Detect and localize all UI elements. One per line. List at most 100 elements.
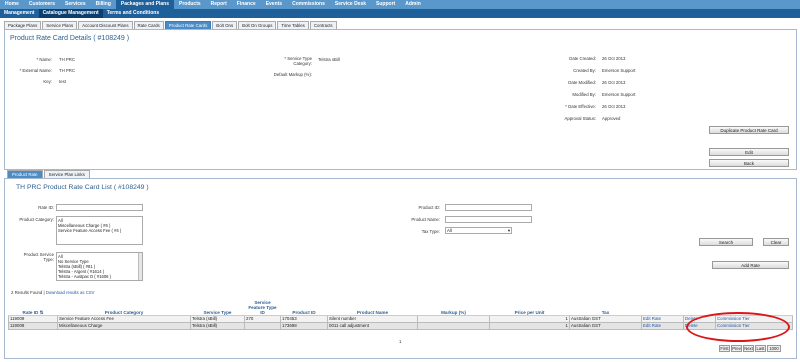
name-label: * Name: [36, 57, 52, 62]
results-count: 2 Results Found | Download results as CS… [11, 290, 95, 295]
approval-status-value: Approved [602, 116, 621, 121]
edit-cell[interactable]: Edit Rate [641, 314, 684, 323]
subnav-item-management[interactable]: Management [0, 9, 39, 18]
tab-account-discount-plans[interactable]: Account Discount Plans [78, 21, 133, 29]
product-name-label: Product Name: [411, 217, 440, 222]
pager-first[interactable]: First [719, 345, 730, 352]
modified-by-value: Emerson Support [602, 92, 636, 97]
nav-item-commissions[interactable]: Commissions [287, 0, 330, 9]
product-category-listbox[interactable]: All Miscellaneous Charge ( #6 ) Service Fe… [56, 216, 143, 245]
column-header: Tax [569, 298, 642, 316]
product-name-input[interactable] [445, 216, 532, 223]
subnav-item-terms-and-conditions[interactable]: Terms and Conditions [103, 9, 163, 18]
product-name-cell: 0011 call adjustment [327, 321, 418, 330]
page-number: 1 [399, 339, 402, 344]
product-category-label: Product Category: [19, 217, 54, 222]
primary-nav: Home Customers Services Billing Packages and… [0, 0, 800, 9]
column-header [641, 298, 684, 316]
tax-type-label: Tax Type: [421, 229, 440, 234]
nav-item-billing[interactable]: Billing [91, 0, 116, 9]
subtab-product-rate[interactable]: Product Rate [7, 170, 43, 178]
product-id-cell: 170453 [280, 314, 328, 323]
service-type-option[interactable]: Telstra - Austpac D ( #1606 ) [58, 274, 141, 279]
pager-prev[interactable]: Prev [731, 345, 742, 352]
results-text: 2 Results Found [11, 290, 43, 295]
tax-cell: Australian GST [569, 314, 642, 323]
product-id-input[interactable] [445, 204, 532, 211]
pager-next[interactable]: Next [743, 345, 754, 352]
service-type-cell: Telstra (sBill) [190, 314, 245, 323]
tax-type-value: All [447, 228, 452, 233]
clear-button[interactable]: Clear [763, 238, 789, 246]
tab-time-tables[interactable]: Time Tables [277, 21, 309, 29]
date-created-label: Date Created: [569, 56, 596, 61]
edit-cell[interactable]: Edit Rate [641, 321, 684, 330]
tab-product-rate-cards[interactable]: Product Rate Cards [164, 21, 212, 29]
tax-cell: Australian GST [569, 321, 642, 330]
date-effective-label: * Date Effective: [565, 104, 596, 109]
nav-item-admin[interactable]: Admin [400, 0, 426, 9]
nav-item-customers[interactable]: Customers [24, 0, 60, 9]
date-modified-label: Date Modified: [568, 80, 596, 85]
tax-type-select[interactable]: All ▾ [445, 227, 512, 234]
tab-service-plans[interactable]: Service Plans [42, 21, 78, 29]
column-header: Product Category [57, 298, 191, 316]
external-name-label: * External Name: [19, 68, 52, 73]
tab-contracts[interactable]: Contracts [309, 21, 337, 29]
price-cell: 1 [489, 321, 570, 330]
nav-item-products[interactable]: Products [174, 0, 206, 9]
subtab-service-plan-links[interactable]: Service Plan Links [43, 170, 90, 178]
add-rate-button[interactable]: Add Rate [712, 261, 789, 269]
column-header: Price per Unit [489, 298, 570, 316]
feature-id-cell [244, 321, 281, 330]
rate-id-cell: 119008 [8, 321, 58, 330]
category-cell: Miscellaneous Charge [57, 321, 191, 330]
rate-id-input[interactable] [56, 204, 143, 211]
tab-bolt-ons[interactable]: Bolt Ons [212, 21, 238, 29]
nav-item-finance[interactable]: Finance [232, 0, 261, 9]
subnav-item-catalogue-management[interactable]: Catalogue Management [38, 9, 103, 18]
chevron-down-icon: ▾ [507, 228, 510, 233]
search-button[interactable]: Search [699, 238, 753, 246]
pager-1000[interactable]: 1000 [767, 345, 781, 352]
highlight-annotation [686, 312, 790, 342]
tab-bolt-on-groups[interactable]: Bolt On Groups [238, 21, 277, 29]
category-option[interactable]: Service Feature Access Fee ( #4 ) [58, 228, 141, 233]
edit-button[interactable]: Edit [709, 148, 789, 156]
listbox-scrollbar[interactable] [138, 253, 142, 280]
approval-status-label: Approval Status: [564, 116, 596, 121]
column-header[interactable]: Rate ID ⇅ [8, 298, 58, 316]
product-name-cell: Silent number [327, 314, 418, 323]
tab-rate-cards[interactable]: Rate Cards [133, 21, 164, 29]
nav-item-events[interactable]: Events [261, 0, 287, 9]
duplicate-rate-card-button[interactable]: Duplicate Product Rate Card [709, 126, 789, 134]
nav-item-home[interactable]: Home [0, 0, 24, 9]
nav-item-report[interactable]: Report [206, 0, 232, 9]
nav-item-services[interactable]: Services [60, 0, 91, 9]
column-header: Service Feature Type ID [244, 298, 281, 316]
table-row: 119009 Service Feature Access Fee Telstra … [8, 314, 793, 323]
nav-item-packages-and-plans[interactable]: Packages and Plans [115, 0, 174, 9]
tab-package-plans[interactable]: Package Plans [4, 21, 42, 29]
back-button[interactable]: Back [709, 159, 789, 167]
rate-list-panel: TH PRC Product Rate Card List ( #108249 … [4, 178, 797, 359]
column-header: Service Type [190, 298, 245, 316]
pager-last[interactable]: Last [755, 345, 766, 352]
catalogue-tabs: Package Plans Service Plans Account Discou… [4, 21, 338, 29]
date-effective-value: 26 Oct 2013 [602, 104, 626, 109]
nav-item-support[interactable]: Support [371, 0, 400, 9]
name-value: TH PRC [59, 57, 75, 62]
download-csv-link[interactable]: Download results as CSV [46, 290, 95, 295]
product-service-type-listbox[interactable]: All No Service Type Telstra (sBill) ( #81 … [56, 252, 143, 281]
feature-id-cell: 270 [244, 314, 281, 323]
category-cell: Service Feature Access Fee [57, 314, 191, 323]
service-type-cell: Telstra (sBill) [190, 321, 245, 330]
product-id-cell: 173698 [280, 321, 328, 330]
column-header: Markup (%) [417, 298, 490, 316]
column-header: Product ID [280, 298, 328, 316]
date-created-value: 26 Oct 2013 [602, 56, 626, 61]
product-service-type-label: Product Service Type: [23, 252, 54, 262]
external-name-value: TH PRC [59, 68, 75, 73]
nav-item-service-desk[interactable]: Service Desk [330, 0, 371, 9]
default-markup-label: Default Markup (%): [273, 72, 312, 77]
